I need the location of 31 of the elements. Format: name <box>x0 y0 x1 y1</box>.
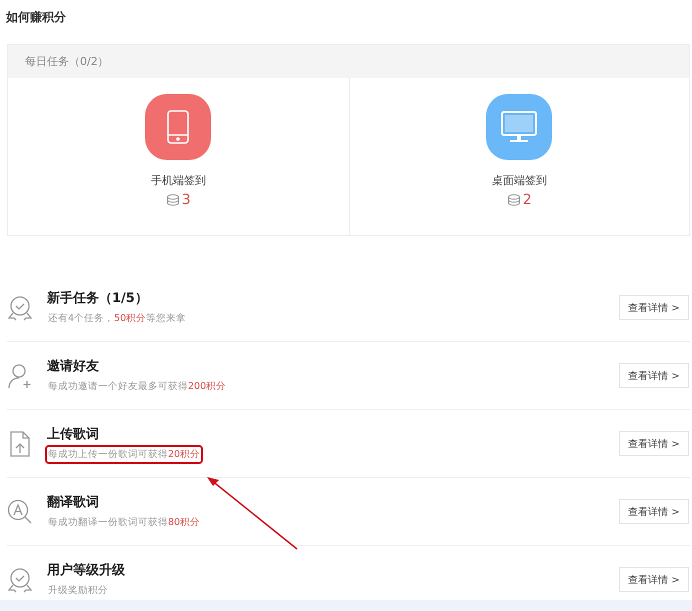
task-description: 还有4个任务，50积分等您来拿 <box>47 312 188 326</box>
details-button[interactable]: 查看详情 > <box>619 567 689 592</box>
task-title: 新手任务（1/5） <box>47 290 148 307</box>
details-button[interactable]: 查看详情 > <box>619 499 689 524</box>
app-tile[interactable] <box>145 94 212 160</box>
coins-icon <box>166 194 180 206</box>
task-description: 每成功邀请一个好友最多可获得200积分 <box>47 380 228 394</box>
coins-icon <box>506 194 521 206</box>
task-description: 每成功翻译一份歌词可获得80积分 <box>47 516 202 530</box>
points-value: 3 <box>182 192 191 208</box>
points-value: 2 <box>522 192 532 208</box>
page-title: 如何赚积分 <box>6 9 67 26</box>
task-title: 用户等级升级 <box>47 562 125 579</box>
medal-icon <box>7 294 33 320</box>
task-label: 桌面端签到 <box>492 173 547 188</box>
add-user-icon <box>7 362 33 388</box>
app-tile[interactable] <box>486 94 552 160</box>
highlighted-task-description: 每成功上传一份歌词可获得20积分 <box>47 447 202 462</box>
task-description: 升级奖励积分 <box>47 584 109 598</box>
search-text-icon <box>7 498 33 524</box>
medal-icon <box>7 566 33 592</box>
details-button[interactable]: 查看详情 > <box>619 295 689 320</box>
details-button[interactable]: 查看详情 > <box>619 431 689 456</box>
task-title: 邀请好友 <box>47 358 99 375</box>
daily-tasks-heading: 每日任务（0/2） <box>8 45 689 78</box>
task-label: 手机端签到 <box>150 173 206 188</box>
phone-icon <box>167 110 190 144</box>
monitor-icon <box>501 111 538 143</box>
task-title: 上传歌词 <box>47 426 99 443</box>
task-title: 翻译歌词 <box>47 494 99 511</box>
details-button[interactable]: 查看详情 > <box>619 363 689 388</box>
